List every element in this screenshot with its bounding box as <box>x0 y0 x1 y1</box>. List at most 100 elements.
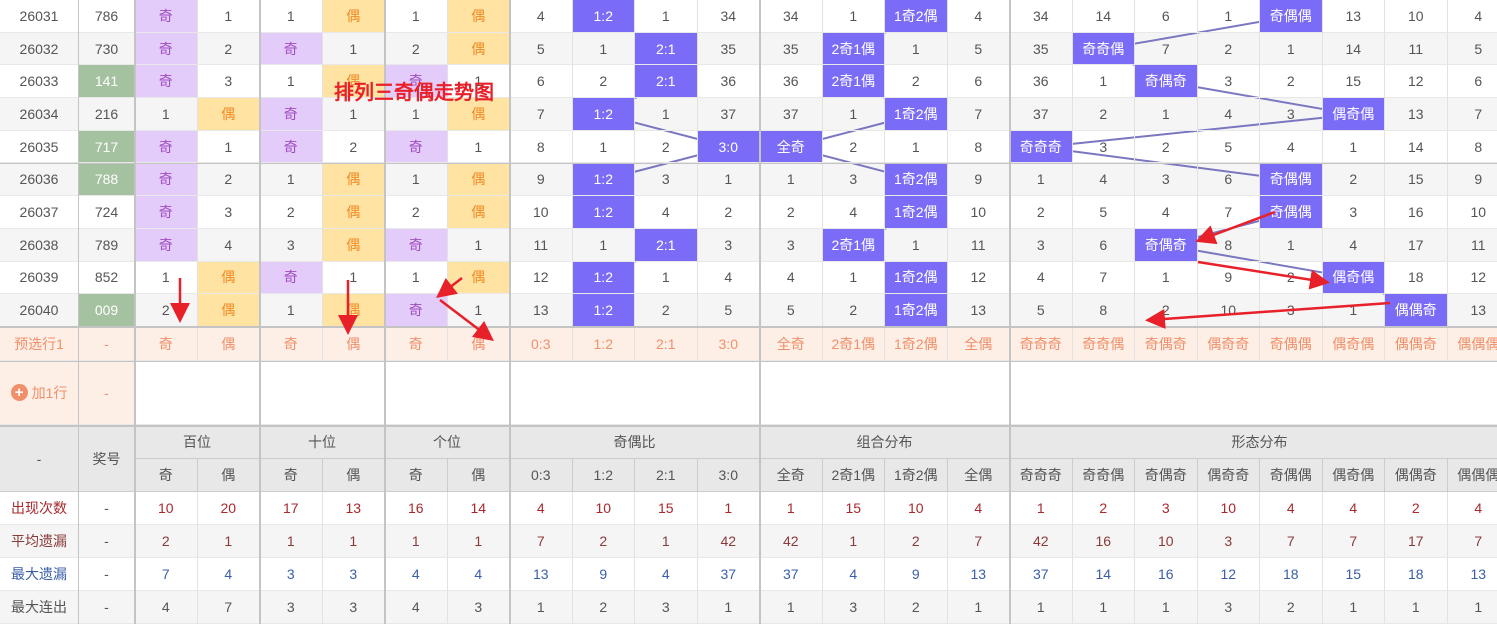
preselect-option[interactable]: 奇 <box>260 327 323 361</box>
group-divider <box>509 0 511 624</box>
trend-cell: 奇 <box>135 0 198 33</box>
trend-cell: 6 <box>1447 65 1497 99</box>
hit-cell: 1:2 <box>572 98 635 131</box>
preselect-option[interactable]: 2奇1偶 <box>822 327 885 361</box>
stat-value: 1 <box>697 492 760 525</box>
preselect-option[interactable]: 全奇 <box>760 327 823 361</box>
stat-value: 7 <box>947 525 1010 558</box>
preselect-option[interactable]: 全偶 <box>947 327 1010 361</box>
trend-cell: 奇 <box>260 261 323 295</box>
stat-value: 13 <box>947 558 1010 591</box>
trend-cell: 15 <box>1322 65 1385 99</box>
trend-cell: 2 <box>1260 65 1323 99</box>
preselect-option[interactable]: 奇奇奇 <box>1010 327 1073 361</box>
header-subcolumn: 3:0 <box>697 459 760 492</box>
stat-value: 7 <box>1322 525 1385 558</box>
preselect-option[interactable]: 偶 <box>197 327 260 361</box>
issue-cell: 26039 <box>0 261 79 295</box>
preselect-option[interactable]: 奇奇偶 <box>1072 327 1135 361</box>
trend-cell: 36 <box>760 65 823 99</box>
trend-cell: 3 <box>1072 130 1135 164</box>
trend-cell: 7 <box>1447 98 1497 131</box>
preselect-option[interactable]: 1奇2偶 <box>885 327 948 361</box>
add-row-button[interactable]: + 加1行 <box>0 361 79 425</box>
preselect-option[interactable]: 偶 <box>447 327 510 361</box>
stat-value: 1 <box>510 591 573 624</box>
stat-value: 37 <box>760 558 823 591</box>
trend-cell: 2 <box>322 130 385 164</box>
trend-cell: 奇 <box>385 228 448 262</box>
trend-cell: 4 <box>635 196 698 229</box>
hit-cell: 1:2 <box>572 261 635 295</box>
stat-value: 16 <box>1072 525 1135 558</box>
preselect-option[interactable]: 奇偶偶 <box>1260 327 1323 361</box>
header-subcolumn: 2奇1偶 <box>822 459 885 492</box>
trend-cell: 10 <box>510 196 573 229</box>
stat-value: 3 <box>1197 591 1260 624</box>
group-divider <box>259 0 261 624</box>
winning-number-cell: 730 <box>79 32 135 66</box>
hit-cell: 奇偶偶 <box>1260 163 1323 197</box>
trend-cell: 36 <box>1010 65 1073 99</box>
trend-cell: 1 <box>885 228 948 262</box>
stat-value: 1 <box>1322 591 1385 624</box>
trend-cell: 5 <box>1072 196 1135 229</box>
trend-cell: 2 <box>1135 130 1198 164</box>
stat-value: 15 <box>635 492 698 525</box>
trend-cell: 1 <box>260 294 323 327</box>
trend-cell: 1 <box>572 130 635 164</box>
stat-value: 3 <box>322 591 385 624</box>
preselect-option[interactable]: 奇偶奇 <box>1135 327 1198 361</box>
trend-cell: 6 <box>1072 228 1135 262</box>
preselect-option[interactable]: 3:0 <box>697 327 760 361</box>
stat-value: 1 <box>822 525 885 558</box>
winning-number-cell: 789 <box>79 228 135 262</box>
stat-value: 10 <box>135 492 198 525</box>
trend-cell: 1 <box>322 261 385 295</box>
trend-cell: 5 <box>510 32 573 66</box>
preselect-option[interactable]: 偶 <box>322 327 385 361</box>
trend-cell: 2 <box>135 294 198 327</box>
preselect-option[interactable]: 偶偶奇 <box>1385 327 1448 361</box>
winning-number-cell: 717 <box>79 130 135 164</box>
trend-cell: 5 <box>1447 33 1497 66</box>
hit-cell: 偶偶奇 <box>1385 294 1448 327</box>
header-subcolumn: 偶奇奇 <box>1197 459 1260 492</box>
preselect-option[interactable]: 2:1 <box>635 327 698 361</box>
header-group: 百位 <box>135 426 260 459</box>
preselect-option[interactable]: 偶奇偶 <box>1322 327 1385 361</box>
trend-cell: 5 <box>947 32 1010 66</box>
trend-cell: 偶 <box>197 261 260 295</box>
stat-value: 2 <box>885 525 948 558</box>
stat-value: 15 <box>1322 558 1385 591</box>
stat-value: 2 <box>572 591 635 624</box>
trend-cell: 6 <box>1197 163 1260 197</box>
preselect-option[interactable]: 奇 <box>135 327 198 361</box>
preselect-option[interactable]: 偶奇奇 <box>1197 327 1260 361</box>
trend-cell: 5 <box>760 294 823 327</box>
issue-cell: 26033 <box>0 65 79 99</box>
preselect-option[interactable]: 0:3 <box>510 327 573 361</box>
stat-value: 10 <box>1197 492 1260 525</box>
trend-cell: 3 <box>1322 196 1385 229</box>
preselect-option[interactable]: 1:2 <box>572 327 635 361</box>
trend-cell: 17 <box>1385 228 1448 262</box>
trend-cell: 1 <box>385 163 448 197</box>
trend-cell: 3 <box>1260 294 1323 327</box>
hit-cell: 1:2 <box>572 0 635 33</box>
trend-cell: 1 <box>635 98 698 131</box>
trend-cell: 4 <box>510 0 573 33</box>
stat-value: 10 <box>1135 525 1198 558</box>
trend-cell: 3 <box>822 163 885 197</box>
trend-cell: 奇 <box>385 130 448 164</box>
trend-cell: 2 <box>635 294 698 327</box>
trend-cell: 4 <box>947 0 1010 33</box>
hit-cell: 2奇1偶 <box>822 65 885 99</box>
stat-value: 14 <box>447 492 510 525</box>
trend-cell: 奇 <box>260 32 323 66</box>
stat-value: 42 <box>760 525 823 558</box>
header-subcolumn: 全奇 <box>760 459 823 492</box>
preselect-option[interactable]: 奇 <box>385 327 448 361</box>
preselect-option[interactable]: 偶偶偶 <box>1447 327 1497 361</box>
header-subcolumn: 奇奇偶 <box>1072 459 1135 492</box>
